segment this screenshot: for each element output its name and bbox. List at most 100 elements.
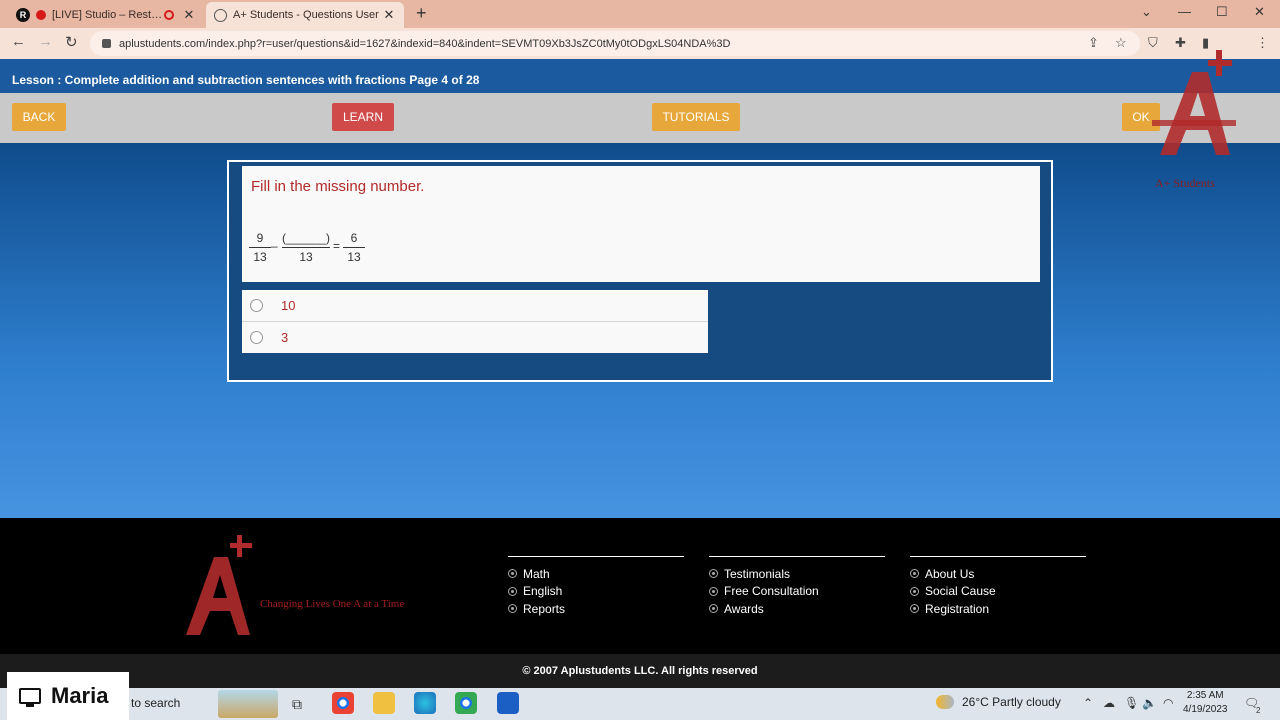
blank-numerator: (______) [282, 231, 330, 248]
tab-restream[interactable]: R [LIVE] Studio – Restream ✕ [8, 2, 204, 28]
answer-option[interactable]: 10 [242, 290, 708, 321]
notification-count: 2 [1256, 706, 1261, 715]
bullet-icon [709, 586, 718, 596]
extensions-puzzle-icon[interactable]: ✚ [1175, 35, 1186, 51]
link-text: About Us [925, 566, 975, 581]
menu-dots-icon[interactable]: ⋮ [1256, 35, 1269, 51]
link-text: Free Consultation [724, 584, 819, 599]
page-nav-bar: BACK LEARN TUTORIALS OK [0, 93, 1280, 143]
fraction-denominator: 13 [347, 250, 361, 264]
lock-icon [102, 39, 111, 48]
tab-aplus-questions[interactable]: A+ Students - Questions User ✕ [206, 2, 404, 28]
question-panel: Fill in the missing number. 9 13 – (____… [227, 160, 1053, 382]
url-text: aplustudents.com/index.php?r=user/questi… [119, 37, 731, 50]
forward-arrow-icon[interactable]: → [38, 33, 53, 50]
bullet-icon [910, 586, 919, 596]
footer-link-registration[interactable]: Registration [910, 600, 1086, 618]
clock-time: 2:35 AM [1186, 690, 1224, 701]
globe-icon [214, 8, 227, 22]
fraction-left: 9 13 [249, 231, 271, 264]
tab-close-icon[interactable]: ✕ [182, 7, 196, 23]
chrome-app-icon[interactable] [332, 692, 354, 714]
microphone-icon[interactable]: 🎙 [1124, 696, 1139, 710]
bullet-icon [508, 586, 517, 596]
fraction-denominator: 13 [299, 250, 313, 264]
back-button[interactable]: BACK [12, 103, 66, 131]
bullet-icon [709, 569, 718, 579]
bullet-icon [508, 569, 517, 579]
restream-favicon-icon: R [16, 8, 30, 22]
tab-search-icon[interactable]: ⌄ [1141, 4, 1152, 20]
footer-links-subjects: Math English Reports [508, 556, 684, 618]
bullet-icon [910, 569, 919, 579]
footer-links-info: Testimonials Free Consultation Awards [709, 556, 885, 618]
side-panel-icon[interactable]: ▮ [1202, 35, 1209, 51]
minus-sign: – [271, 239, 278, 253]
recording-icon [164, 10, 174, 20]
footer-link-testimonials[interactable]: Testimonials [709, 565, 885, 583]
volume-icon[interactable]: 🔈 [1142, 696, 1157, 710]
address-bar[interactable]: aplustudents.com/index.php?r=user/questi… [90, 31, 1140, 56]
maximize-button[interactable]: ☐ [1216, 4, 1228, 20]
task-view-icon[interactable]: ⧉ [292, 696, 302, 713]
tray-chevron-icon[interactable]: ⌃ [1083, 696, 1093, 710]
reload-icon[interactable]: ↻ [65, 33, 78, 51]
link-text: Social Cause [925, 584, 996, 599]
answer-label: 10 [281, 298, 296, 313]
question-prompt: Fill in the missing number. [251, 178, 425, 195]
tab-title: [LIVE] Studio – Restream [52, 9, 164, 21]
tutorials-button[interactable]: TUTORIALS [652, 103, 740, 131]
footer-link-free-consultation[interactable]: Free Consultation [709, 583, 885, 601]
bullet-icon [910, 604, 919, 614]
footer-link-social-cause[interactable]: Social Cause [910, 583, 1086, 601]
bookmark-star-icon[interactable]: ☆ [1115, 35, 1127, 51]
close-window-button[interactable]: ✕ [1254, 4, 1265, 20]
fraction-numerator: 9 [249, 231, 271, 248]
question-card: Fill in the missing number. 9 13 – (____… [242, 166, 1040, 282]
extension-shield-icon[interactable]: ⛉ [1148, 35, 1158, 51]
chrome-active-app-icon[interactable] [455, 692, 477, 714]
equals-sign: = [333, 239, 341, 253]
share-icon[interactable]: ⇪ [1088, 35, 1099, 51]
bullet-icon [709, 604, 718, 614]
weather-widget[interactable]: 26°C Partly cloudy [936, 695, 1061, 709]
tray-cloud-icon[interactable]: ☁ [1103, 696, 1115, 710]
footer-link-english[interactable]: English [508, 583, 684, 601]
monitor-icon [19, 688, 41, 707]
answer-option[interactable]: 3 [242, 321, 708, 352]
fraction-denominator: 13 [253, 250, 267, 264]
mail-app-icon[interactable] [497, 692, 519, 714]
aplus-logo-icon [1152, 50, 1236, 155]
new-tab-button[interactable]: + [416, 3, 427, 24]
brand-name: A+ Students [1155, 176, 1215, 190]
footer-link-about-us[interactable]: About Us [910, 565, 1086, 583]
footer-link-math[interactable]: Math [508, 565, 684, 583]
weather-text: 26°C Partly cloudy [962, 695, 1061, 709]
link-text: English [523, 584, 563, 599]
fraction-blank: (______) 13 [282, 231, 330, 264]
presenter-overlay: Maria [7, 672, 129, 720]
file-explorer-icon[interactable] [373, 692, 395, 714]
link-text: Awards [724, 601, 764, 616]
tab-title: A+ Students - Questions User [233, 9, 379, 21]
clock-date: 4/19/2023 [1183, 704, 1228, 715]
edge-app-icon[interactable] [414, 692, 436, 714]
link-text: Registration [925, 601, 990, 616]
footer-link-awards[interactable]: Awards [709, 600, 885, 618]
bullet-icon [508, 604, 517, 614]
tab-close-icon[interactable]: ✕ [382, 7, 396, 23]
taskbar-search-input[interactable]: to search [131, 696, 180, 710]
answer-label: 3 [281, 329, 289, 345]
partly-cloudy-icon [936, 695, 954, 709]
radio-button[interactable] [250, 330, 263, 344]
footer-slogan: Changing Lives One A at a Time [260, 598, 405, 610]
presenter-name: Maria [51, 683, 109, 708]
browser-tab-bar: R [LIVE] Studio – Restream ✕ A+ Students… [0, 0, 1280, 28]
system-clock[interactable]: 2:35 AM 4/19/2023 [1183, 689, 1228, 717]
network-icon[interactable]: ◠ [1163, 696, 1173, 710]
radio-button[interactable] [250, 299, 263, 312]
learn-button[interactable]: LEARN [332, 103, 394, 131]
minimize-button[interactable]: — [1178, 4, 1191, 19]
back-arrow-icon[interactable]: ← [11, 33, 26, 50]
footer-link-reports[interactable]: Reports [508, 600, 684, 618]
